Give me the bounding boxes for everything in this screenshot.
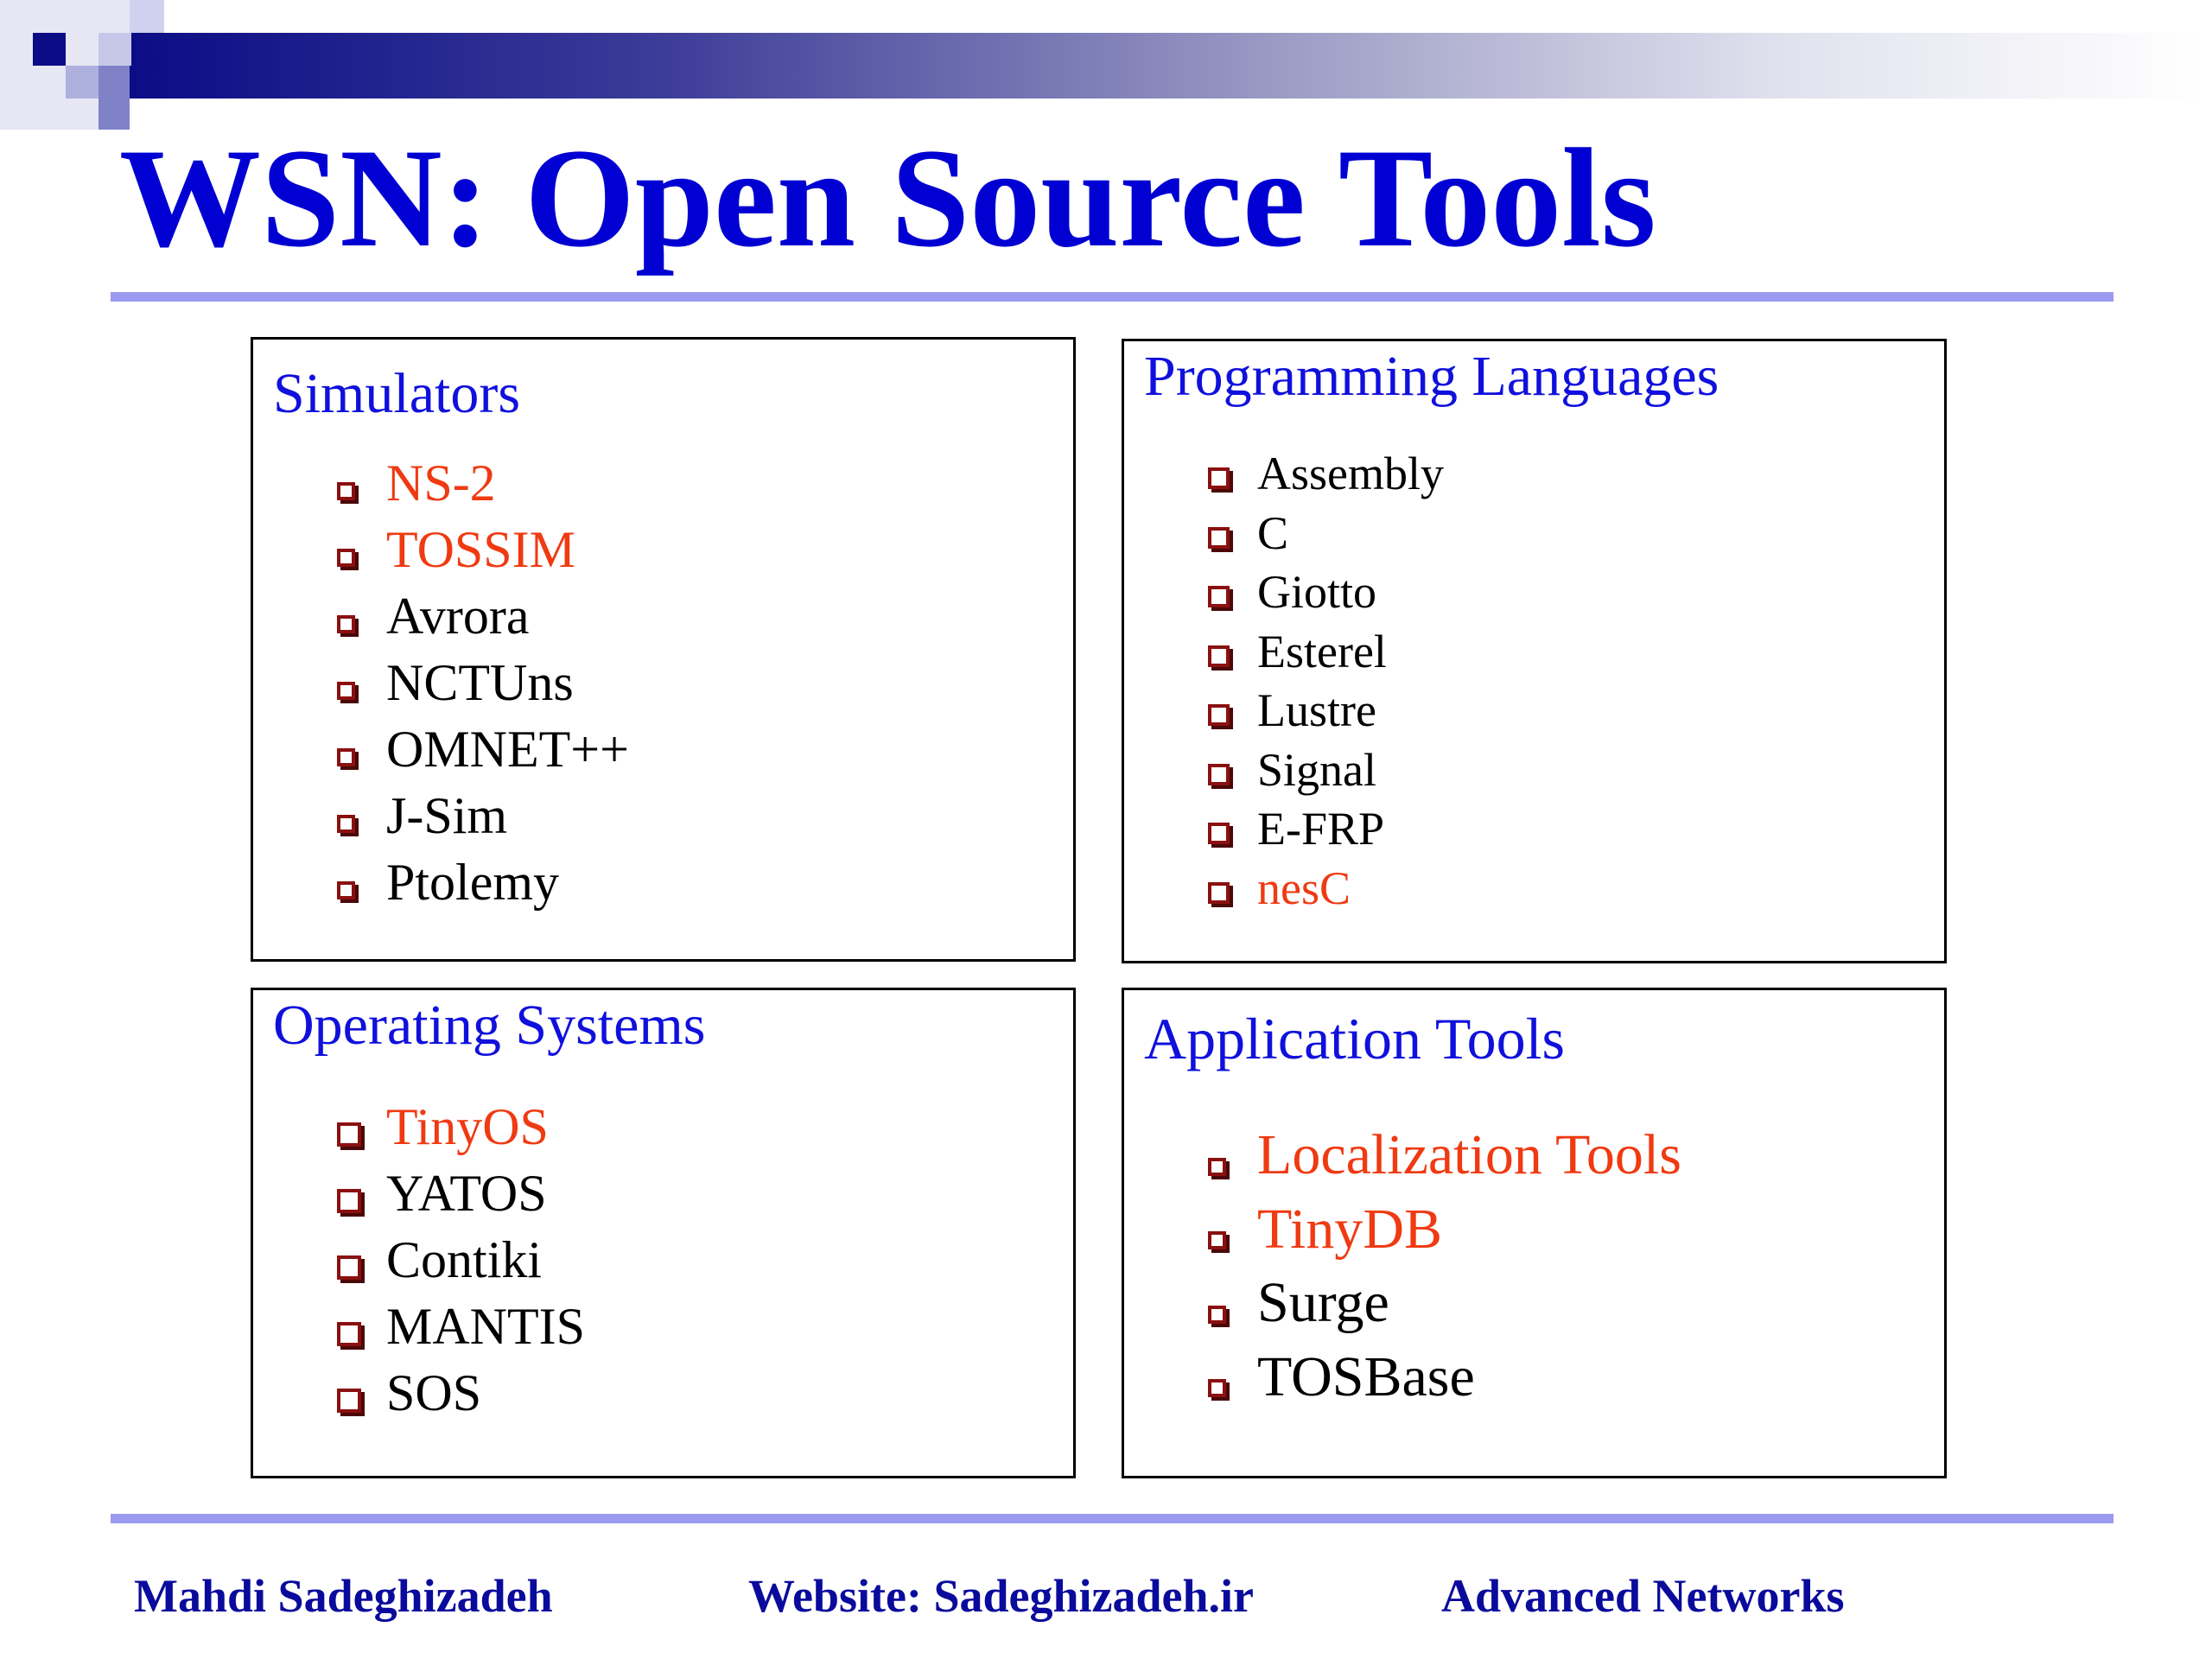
hollow-square-bullet-icon — [1208, 823, 1230, 845]
hollow-square-bullet-icon — [1208, 704, 1230, 727]
hollow-square-bullet-icon — [1208, 586, 1230, 608]
list-item-label: TOSBase — [1257, 1344, 1475, 1408]
hollow-square-bullet-icon — [1208, 1305, 1226, 1324]
list-item-label: Giotto — [1257, 566, 1377, 618]
hollow-square-bullet-icon — [1208, 1379, 1226, 1398]
hollow-square-bullet-icon — [337, 880, 355, 899]
footer-course: Advanced Networks — [1441, 1570, 1845, 1622]
list-item-label: C — [1257, 506, 1289, 559]
header-decoration-square — [66, 66, 99, 99]
panel-title-operating-systems: Operating Systems — [273, 994, 706, 1057]
operating-systems-panel: Operating Systems TinyOS YATOS Contiki MANT… — [251, 988, 1076, 1478]
title-divider — [111, 292, 2113, 302]
list-item-label: Avrora — [386, 588, 530, 645]
hollow-square-bullet-icon — [337, 814, 355, 833]
hollow-square-bullet-icon — [337, 481, 355, 500]
list-item-label: NS-2 — [386, 454, 496, 512]
list-item-label: Localization Tools — [1257, 1123, 1681, 1186]
hollow-square-bullet-icon — [337, 548, 355, 567]
hollow-square-bullet-icon — [337, 1388, 361, 1413]
list-item-label: Surge — [1257, 1271, 1389, 1334]
footer-website: Website: Sadeghizadeh.ir — [748, 1570, 1255, 1622]
panel-title-programming-languages: Programming Languages — [1144, 345, 1719, 408]
hollow-square-bullet-icon — [337, 681, 355, 700]
list-item-label: TOSSIM — [386, 521, 575, 578]
hollow-square-bullet-icon — [1208, 881, 1230, 904]
list-item-label: J-Sim — [386, 787, 508, 844]
list-item-label: Esterel — [1257, 625, 1387, 677]
slide-title: WSN: Open Source Tools — [119, 120, 1656, 276]
hollow-square-bullet-icon — [337, 1321, 361, 1346]
header-decoration-square — [130, 0, 164, 33]
list-item-label: YATOS — [386, 1165, 547, 1222]
header-gradient-bar — [130, 33, 2203, 99]
list-item-label: NCTUns — [386, 654, 574, 711]
list-item-label: SOS — [386, 1364, 482, 1421]
list-item-label: MANTIS — [386, 1298, 586, 1355]
list-item-label: Ptolemy — [386, 854, 560, 911]
footer-divider — [111, 1514, 2113, 1523]
hollow-square-bullet-icon — [337, 614, 355, 633]
header-decoration-square — [33, 33, 66, 66]
simulators-panel: Simulators NS-2 TOSSIM Avrora NCTUns OMNET++… — [251, 337, 1076, 962]
list-item-label: Assembly — [1257, 448, 1444, 499]
list-item-label: Contiki — [386, 1231, 543, 1288]
panel-title-simulators: Simulators — [273, 362, 521, 425]
list-item-label: Signal — [1257, 743, 1377, 796]
hollow-square-bullet-icon — [1208, 526, 1230, 549]
hollow-square-bullet-icon — [337, 1188, 361, 1213]
hollow-square-bullet-icon — [337, 1122, 361, 1147]
programming-languages-panel: Programming Languages Assembly C Giotto Est… — [1122, 339, 1947, 963]
list-item-label: E-FRP — [1257, 803, 1385, 855]
list-item-label: OMNET++ — [386, 721, 629, 778]
list-item-label: nesC — [1257, 861, 1351, 914]
hollow-square-bullet-icon — [1208, 467, 1230, 490]
hollow-square-bullet-icon — [337, 1255, 361, 1280]
hollow-square-bullet-icon — [1208, 763, 1230, 785]
hollow-square-bullet-icon — [1208, 1231, 1226, 1250]
hollow-square-bullet-icon — [1208, 645, 1230, 667]
list-item-label: TinyDB — [1257, 1197, 1443, 1261]
hollow-square-bullet-icon — [1208, 1157, 1226, 1176]
header-decoration-square — [99, 33, 131, 66]
list-item-label: Lustre — [1257, 684, 1376, 736]
list-item-label: TinyOS — [386, 1098, 549, 1155]
hollow-square-bullet-icon — [337, 747, 355, 766]
panel-title-application-tools: Application Tools — [1144, 1006, 1565, 1071]
application-tools-panel: Application Tools Localization Tools Tiny… — [1122, 988, 1947, 1478]
footer-author: Mahdi Sadeghizadeh — [134, 1570, 553, 1622]
